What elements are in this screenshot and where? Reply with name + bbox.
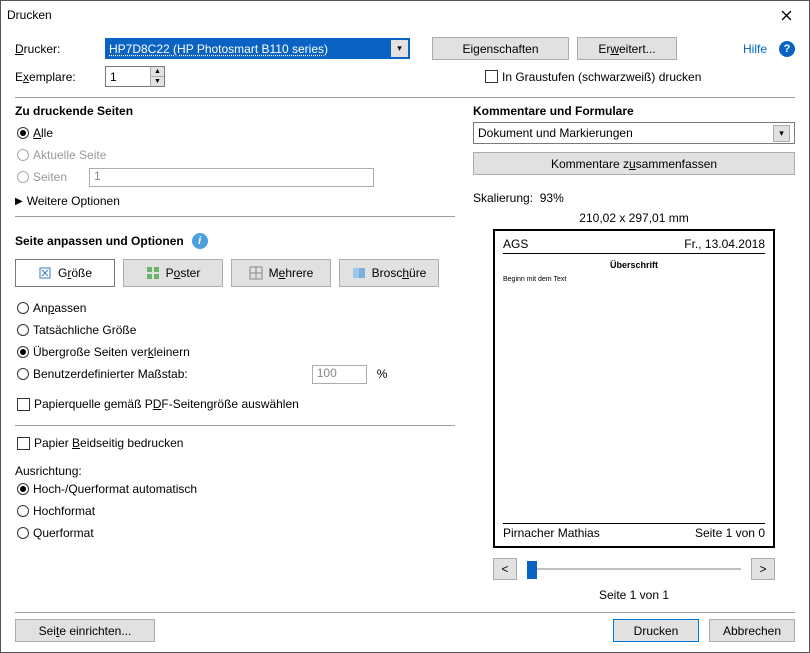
copies-label: Exemplare:: [15, 70, 97, 84]
radio-orient-auto[interactable]: [17, 483, 29, 495]
size-icon: [38, 266, 52, 280]
help-icon[interactable]: ?: [779, 41, 795, 57]
radio-pages-label: Seiten: [33, 170, 67, 184]
tab-size[interactable]: Größe: [15, 259, 115, 287]
radio-shrink-label: Übergroße Seiten verkleinern: [33, 345, 190, 359]
tab-size-label: Größe: [58, 266, 92, 280]
orientation-title: Ausrichtung:: [15, 464, 455, 478]
radio-all[interactable]: [17, 127, 29, 139]
radio-custom[interactable]: [17, 368, 29, 380]
triangle-right-icon: ▶: [15, 196, 23, 207]
pages-section-title: Zu druckende Seiten: [15, 104, 455, 118]
preview-header-left: AGS: [503, 237, 528, 251]
paper-source-label: Papierquelle gemäß PDF-Seitengröße auswä…: [34, 397, 299, 411]
spinner-down-icon[interactable]: ▼: [151, 77, 164, 86]
copies-input[interactable]: ▲▼: [105, 66, 165, 87]
radio-all-label: Alle: [33, 126, 53, 140]
advanced-button[interactable]: Erweitert...: [577, 37, 677, 60]
copies-field[interactable]: [106, 67, 150, 86]
poster-icon: [146, 266, 160, 280]
info-icon[interactable]: i: [192, 233, 208, 249]
preview-doc-body: Beginn mit dem Text: [503, 276, 765, 523]
next-page-button[interactable]: >: [751, 558, 775, 580]
prev-page-button[interactable]: <: [493, 558, 517, 580]
spinner-up-icon[interactable]: ▲: [151, 67, 164, 77]
window-title: Drucken: [7, 8, 763, 22]
custom-scale-input[interactable]: 100: [312, 365, 367, 384]
greyscale-label: In Graustufen (schwarzweiß) drucken: [502, 70, 701, 84]
copies-spinner[interactable]: ▲▼: [150, 67, 164, 86]
scale-label: Skalierung:: [473, 191, 533, 205]
comments-section-title: Kommentare und Formulare: [473, 104, 795, 118]
help-link[interactable]: Hilfe: [743, 42, 767, 56]
tab-multiple-label: Mehrere: [269, 266, 314, 280]
summarize-comments-button[interactable]: Kommentare zusammenfassen: [473, 152, 795, 175]
radio-orient-portrait[interactable]: [17, 505, 29, 517]
printer-label: Drucker:: [15, 42, 97, 56]
close-button[interactable]: [763, 1, 809, 29]
page-slider[interactable]: [527, 568, 741, 570]
radio-current-label: Aktuelle Seite: [33, 148, 106, 162]
preview-header-right: Fr., 13.04.2018: [684, 237, 765, 251]
chevron-down-icon: ▾: [773, 125, 790, 142]
multiple-icon: [249, 266, 263, 280]
preview-footer-right: Seite 1 von 0: [695, 526, 765, 540]
slider-thumb[interactable]: [527, 561, 537, 579]
radio-pages[interactable]: [17, 171, 29, 183]
paper-source-checkbox[interactable]: [17, 398, 30, 411]
radio-shrink[interactable]: [17, 346, 29, 358]
radio-orient-auto-label: Hoch-/Querformat automatisch: [33, 482, 197, 496]
print-button[interactable]: Drucken: [613, 619, 699, 642]
page-setup-button[interactable]: Seite einrichten...: [15, 619, 155, 642]
percent-label: %: [377, 367, 388, 381]
more-options-label: Weitere Optionen: [27, 194, 120, 208]
print-preview: AGS Fr., 13.04.2018 Überschrift Beginn m…: [493, 229, 775, 548]
greyscale-checkbox[interactable]: [485, 70, 498, 83]
radio-actual-label: Tatsächliche Größe: [33, 323, 136, 337]
duplex-label: Papier Beidseitig bedrucken: [34, 436, 183, 450]
radio-fit-label: Anpassen: [33, 301, 86, 315]
radio-custom-label: Benutzerdefinierter Maßstab:: [33, 367, 188, 381]
tab-poster-label: Poster: [166, 266, 201, 280]
printer-value: HP7D8C22 (HP Photosmart B110 series): [109, 42, 387, 56]
scale-value: 93%: [540, 191, 564, 205]
tab-poster[interactable]: Poster: [123, 259, 223, 287]
tab-multiple[interactable]: Mehrere: [231, 259, 331, 287]
radio-orient-landscape[interactable]: [17, 527, 29, 539]
pages-input[interactable]: 1: [89, 168, 374, 187]
preview-doc-title: Überschrift: [503, 260, 765, 270]
close-icon: [781, 10, 792, 21]
radio-orient-landscape-label: Querformat: [33, 526, 94, 540]
cancel-button[interactable]: Abbrechen: [709, 619, 795, 642]
preview-footer-left: Pirnacher Mathias: [503, 526, 600, 540]
more-options-expander[interactable]: ▶ Weitere Optionen: [15, 194, 455, 208]
chevron-down-icon: ▾: [391, 40, 408, 57]
duplex-checkbox[interactable]: [17, 437, 30, 450]
radio-orient-portrait-label: Hochformat: [33, 504, 95, 518]
sizing-section-title: Seite anpassen und Optionen: [15, 234, 184, 248]
tab-booklet[interactable]: Broschüre: [339, 259, 439, 287]
booklet-icon: [352, 266, 366, 280]
preview-dimensions: 210,02 x 297,01 mm: [473, 211, 795, 225]
properties-button[interactable]: Eigenschaften: [432, 37, 569, 60]
comments-combo[interactable]: Dokument und Markierungen ▾: [473, 122, 795, 144]
radio-fit[interactable]: [17, 302, 29, 314]
radio-actual[interactable]: [17, 324, 29, 336]
radio-current[interactable]: [17, 149, 29, 161]
printer-select[interactable]: HP7D8C22 (HP Photosmart B110 series) ▾: [105, 38, 410, 59]
page-indicator: Seite 1 von 1: [473, 588, 795, 602]
comments-combo-value: Dokument und Markierungen: [478, 126, 633, 140]
tab-booklet-label: Broschüre: [372, 266, 427, 280]
